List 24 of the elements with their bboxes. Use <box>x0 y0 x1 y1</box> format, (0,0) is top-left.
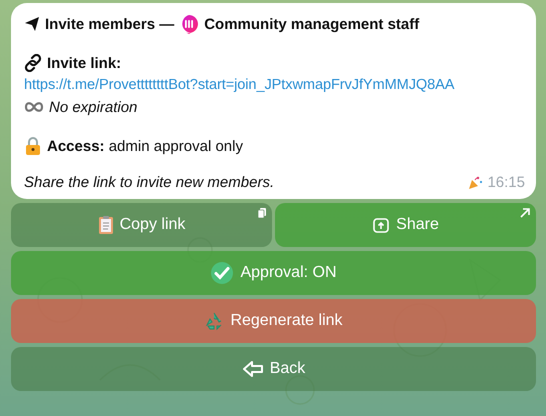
message-note: Share the link to invite new members. <box>24 174 274 191</box>
share-icon <box>372 216 390 234</box>
keyboard-button[interactable]: Approval: ON <box>11 251 536 295</box>
access-text: Access: admin approval only <box>47 138 243 154</box>
invite-link[interactable]: https://t.me/ProvettttttttBot?start=join_JPtxwmapFrvJfYmMMJQ8AA <box>24 77 454 93</box>
keyboard-button[interactable]: Copy link <box>11 203 272 247</box>
keyboard-button[interactable]: Share <box>275 203 536 247</box>
party-popper-icon <box>468 175 484 190</box>
expiration-text: No expiration <box>49 98 138 116</box>
diagonal-arrow-icon <box>520 208 530 218</box>
clipboard-icon <box>98 215 114 235</box>
paper-plane-icon <box>24 16 40 32</box>
infinity-icon <box>24 101 44 113</box>
copy-icon <box>258 208 266 218</box>
keyboard-button[interactable]: Regenerate link <box>11 299 536 343</box>
message-title: Community management staff <box>204 16 420 32</box>
message-title: Invite members — <box>45 16 174 32</box>
check-icon <box>210 261 234 285</box>
back-arrow-icon <box>242 360 264 378</box>
padlock-icon <box>24 136 42 156</box>
link-label: Invite link: <box>47 54 122 72</box>
link-icon <box>24 54 42 72</box>
message-time: 16:15 <box>487 174 525 191</box>
keyboard-button[interactable]: Back <box>11 347 536 391</box>
